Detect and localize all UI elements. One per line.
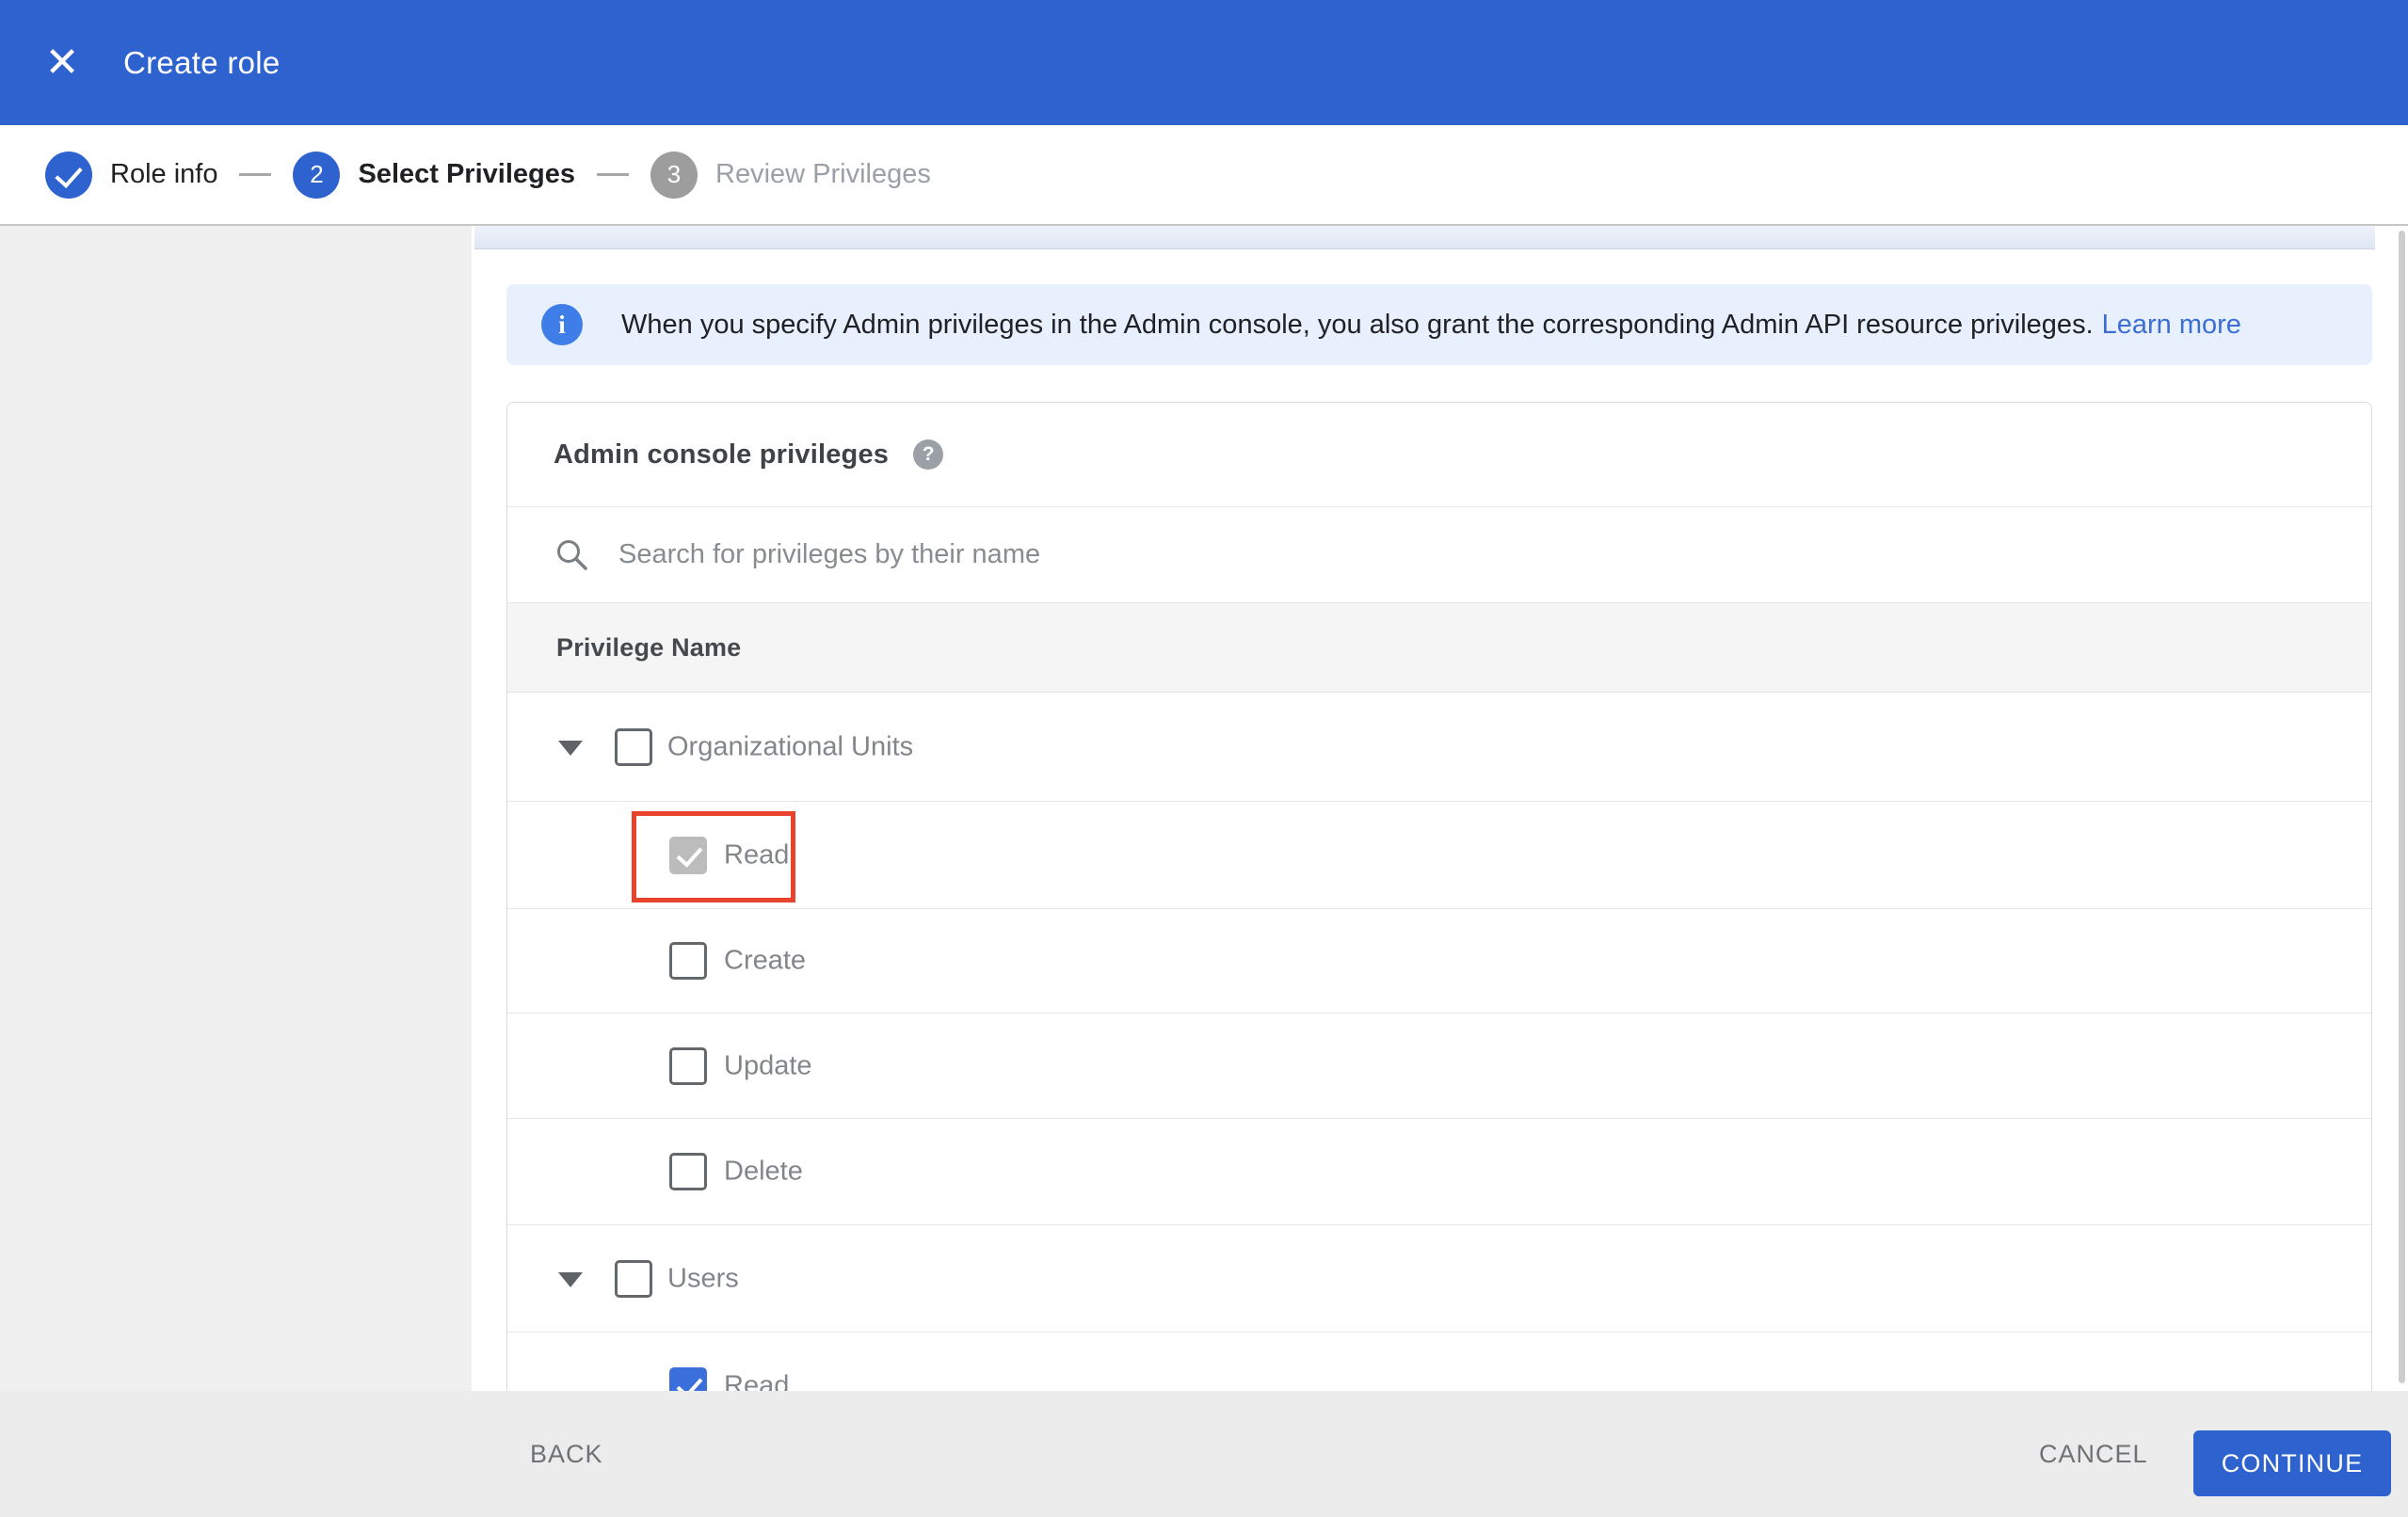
create-role-dialog: ✕ Create role Role info 2 Select Privile…: [0, 0, 2408, 1517]
checkbox-update[interactable]: [669, 1046, 707, 1085]
cancel-button[interactable]: CANCEL: [2039, 1391, 2148, 1517]
table-header-row: Privilege Name: [507, 603, 2371, 693]
privileges-card: Admin console privileges ? Privilege Nam…: [506, 402, 2372, 1391]
privilege-row-read: Read: [507, 802, 2371, 909]
close-icon[interactable]: ✕: [41, 0, 83, 125]
privilege-search-input[interactable]: [618, 539, 2031, 570]
step-role-info[interactable]: Role info: [45, 151, 218, 199]
step-label: Review Privileges: [715, 159, 931, 189]
banner-text: When you specify Admin privileges in the…: [621, 309, 2094, 340]
privilege-row-users-read: Read: [507, 1333, 2371, 1391]
privilege-row-update: Update: [507, 1014, 2371, 1119]
info-banner: i When you specify Admin privileges in t…: [506, 284, 2372, 365]
checkbox-users[interactable]: [615, 1259, 652, 1298]
page-title: Create role: [123, 44, 281, 80]
privilege-label: Organizational Units: [667, 731, 914, 761]
continue-button[interactable]: CONTINUE: [2193, 1430, 2391, 1496]
card-title: Admin console privileges: [554, 439, 890, 470]
privilege-label: Delete: [724, 1156, 803, 1187]
checkbox-create[interactable]: [669, 942, 707, 980]
dialog-header: ✕ Create role: [0, 0, 2408, 125]
collapse-triangle-icon[interactable]: [558, 740, 583, 756]
card-title-row: Admin console privileges ?: [507, 403, 2371, 507]
privilege-label: Update: [724, 1050, 812, 1080]
content-area: i When you specify Admin privileges in t…: [472, 226, 2408, 1391]
checkbox-organizational-units[interactable]: [615, 727, 652, 766]
step-connector: [597, 173, 629, 176]
privilege-label: Read: [724, 1370, 790, 1392]
search-row: [507, 507, 2371, 603]
privilege-row-users: Users: [507, 1225, 2371, 1333]
step-number-badge: 3: [650, 151, 698, 199]
privilege-label: Users: [667, 1263, 739, 1293]
footer-action-bar: BACK CANCEL CONTINUE: [0, 1391, 2408, 1517]
help-icon[interactable]: ?: [913, 439, 944, 470]
search-icon: [554, 537, 590, 573]
step-label: Select Privileges: [358, 159, 575, 189]
info-icon: i: [541, 304, 583, 345]
checkbox-delete[interactable]: [669, 1153, 707, 1190]
back-button[interactable]: BACK: [530, 1391, 603, 1517]
left-sidebar: [0, 226, 472, 1391]
learn-more-link[interactable]: Learn more: [2102, 310, 2241, 341]
step-label: Role info: [110, 159, 218, 189]
scrolled-content-strip: [474, 226, 2375, 249]
privilege-row-create: Create: [507, 909, 2371, 1014]
stepper: Role info 2 Select Privileges 3 Review P…: [0, 125, 2408, 226]
privilege-label: Create: [724, 945, 807, 976]
scrollbar-thumb[interactable]: [2399, 231, 2405, 1383]
step-review-privileges[interactable]: 3 Review Privileges: [650, 151, 931, 199]
privilege-row-organizational-units: Organizational Units: [507, 693, 2371, 802]
step-select-privileges[interactable]: 2 Select Privileges: [293, 151, 575, 199]
column-header-privilege-name: Privilege Name: [556, 632, 742, 662]
step-complete-icon: [45, 151, 92, 199]
privilege-row-delete: Delete: [507, 1119, 2371, 1225]
checkbox-read[interactable]: [669, 836, 707, 874]
checkbox-users-read[interactable]: [669, 1367, 707, 1391]
collapse-triangle-icon[interactable]: [558, 1271, 583, 1287]
step-number-badge: 2: [293, 151, 341, 199]
step-connector: [239, 173, 272, 176]
privilege-label: Read: [724, 839, 790, 870]
